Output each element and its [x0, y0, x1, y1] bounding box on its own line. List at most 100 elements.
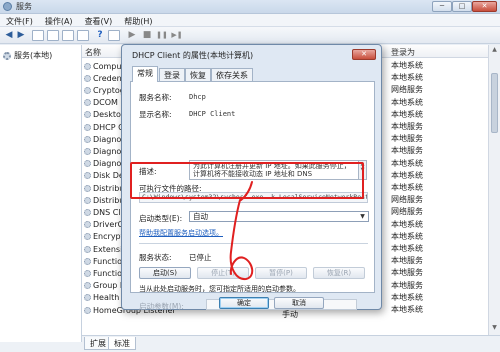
- table-row[interactable]: DNS Cli: [84, 206, 123, 218]
- table-row[interactable]: Disk De: [84, 170, 124, 182]
- maximize-button[interactable]: □: [452, 1, 472, 12]
- close-button[interactable]: ✕: [472, 1, 497, 12]
- logon-cell: 本地系统: [391, 292, 423, 302]
- service-name: DCOM: [93, 98, 118, 108]
- gear-icon: [84, 111, 91, 119]
- gear-icon: [84, 147, 91, 155]
- export-list-icon[interactable]: [77, 30, 89, 41]
- table-row[interactable]: Diagno: [84, 145, 121, 157]
- view-tabs: 扩展 标准: [82, 335, 500, 352]
- ok-button[interactable]: 确定: [219, 297, 269, 309]
- tab-dependencies[interactable]: 依存关系: [211, 68, 253, 81]
- chevron-down-icon[interactable]: ▼: [358, 212, 367, 221]
- gear-icon: [84, 306, 91, 314]
- help-icon[interactable]: ?: [94, 30, 106, 41]
- table-row[interactable]: DCOM: [84, 97, 118, 109]
- gear-icon: [84, 257, 91, 265]
- gear-icon: [84, 245, 91, 253]
- refresh-icon[interactable]: [62, 30, 74, 41]
- scrollbar-thumb[interactable]: [491, 73, 498, 133]
- scroll-down-icon[interactable]: ▼: [489, 324, 500, 334]
- tab-standard[interactable]: 标准: [108, 337, 136, 350]
- service-name: DriverG: [93, 220, 124, 230]
- table-row[interactable]: Encrypt: [84, 231, 124, 243]
- gear-icon: [84, 233, 91, 241]
- stop-button[interactable]: 停止(T): [197, 267, 249, 279]
- table-row[interactable]: Desktop: [84, 109, 126, 121]
- table-row[interactable]: DriverG: [84, 219, 124, 231]
- gear-icon: [84, 74, 91, 82]
- service-name: DHCP C: [93, 122, 124, 132]
- tree-item-label: 服务(本地): [14, 51, 53, 60]
- gear-icon: [84, 99, 91, 107]
- table-row[interactable]: DHCP C: [84, 121, 124, 133]
- display-name-label: 显示名称:: [139, 110, 172, 119]
- logon-cell: 本地服务: [391, 280, 423, 290]
- gear-icon: [3, 51, 11, 60]
- logon-cell: 本地系统: [391, 231, 423, 241]
- table-row[interactable]: Compu: [84, 60, 121, 72]
- start-button[interactable]: 启动(S): [139, 267, 191, 279]
- table-row[interactable]: Creden: [84, 72, 122, 84]
- table-row[interactable]: Group I: [84, 280, 122, 292]
- logon-cell: 本地服务: [391, 134, 423, 144]
- menu-file[interactable]: 文件(F): [0, 14, 39, 27]
- logon-cell: 本地系统: [391, 183, 423, 192]
- tab-logon[interactable]: 登录: [159, 68, 185, 81]
- minimize-button[interactable]: ─: [432, 1, 452, 12]
- startup-help-link[interactable]: 帮助我配置服务启动选项。: [139, 228, 223, 238]
- logon-cell: 本地系统: [391, 244, 423, 253]
- cancel-button[interactable]: 取消: [274, 297, 324, 309]
- display-name-value: DHCP Client: [189, 110, 236, 118]
- logon-cell: 网络服务: [391, 195, 423, 205]
- table-row[interactable]: Diagno: [84, 133, 121, 145]
- menu-action[interactable]: 操作(A): [39, 14, 79, 27]
- service-name: Disk De: [93, 171, 124, 181]
- start-service-icon[interactable]: ▶: [126, 30, 138, 41]
- tab-recovery[interactable]: 恢复: [185, 68, 211, 81]
- service-status-value: 已停止: [189, 253, 212, 262]
- tab-general[interactable]: 常规: [132, 66, 158, 82]
- gear-icon: [84, 208, 91, 216]
- properties-icon[interactable]: [47, 30, 59, 41]
- logon-cell: 本地系统: [391, 73, 423, 83]
- menu-view[interactable]: 查看(V): [79, 14, 119, 27]
- table-row[interactable]: Diagno: [84, 158, 121, 170]
- service-name: Creden: [93, 73, 122, 83]
- logon-cell: 本地系统: [391, 305, 423, 314]
- menu-bar: 文件(F) 操作(A) 查看(V) 帮助(H): [0, 14, 500, 27]
- window-titlebar: 服务 ─ □ ✕: [0, 0, 500, 14]
- column-header-name[interactable]: 名称: [85, 47, 101, 58]
- homegroup-status: 手动: [282, 310, 298, 319]
- dialog-close-button[interactable]: ✕: [352, 49, 376, 60]
- pause-service-icon[interactable]: ❚❚: [156, 30, 168, 41]
- table-row[interactable]: Extensil: [84, 243, 125, 255]
- logon-cell: 本地系统: [391, 109, 423, 119]
- restart-service-icon[interactable]: ▶❚: [171, 30, 183, 41]
- logon-cell: 本地系统: [391, 219, 423, 229]
- start-params-hint: 当从此处启动服务时，您可指定所适用的启动参数。: [139, 285, 300, 293]
- vertical-scrollbar[interactable]: ▲ ▼: [488, 45, 500, 335]
- menu-help[interactable]: 帮助(H): [118, 14, 158, 27]
- back-icon[interactable]: ◀: [3, 30, 15, 41]
- tree-item-services-local[interactable]: 服务(本地): [3, 50, 52, 61]
- table-row[interactable]: Cryptog: [84, 84, 125, 96]
- service-name: Diagno: [93, 146, 122, 156]
- forward-icon[interactable]: ▶: [15, 30, 27, 41]
- startup-type-select[interactable]: 自动 ▼: [189, 211, 369, 222]
- column-header-logon[interactable]: 登录为: [391, 47, 415, 58]
- logon-cell: 本地服务: [391, 122, 423, 131]
- service-name: Distribu: [93, 183, 125, 193]
- stop-service-icon[interactable]: ■: [141, 30, 153, 41]
- table-row[interactable]: Distribu: [84, 194, 124, 206]
- startup-type-value: 自动: [193, 212, 208, 221]
- console-tree-icon[interactable]: [32, 30, 44, 41]
- pause-button[interactable]: 暂停(P): [255, 267, 307, 279]
- logon-cell: 本地服务: [391, 146, 423, 156]
- show-hide-icon[interactable]: [108, 30, 120, 41]
- gear-icon: [84, 184, 91, 192]
- table-row[interactable]: Distribu: [84, 182, 124, 194]
- resume-button[interactable]: 恢复(R): [313, 267, 365, 279]
- scroll-up-icon[interactable]: ▲: [489, 46, 500, 56]
- logon-cell: 本地系统: [391, 61, 423, 70]
